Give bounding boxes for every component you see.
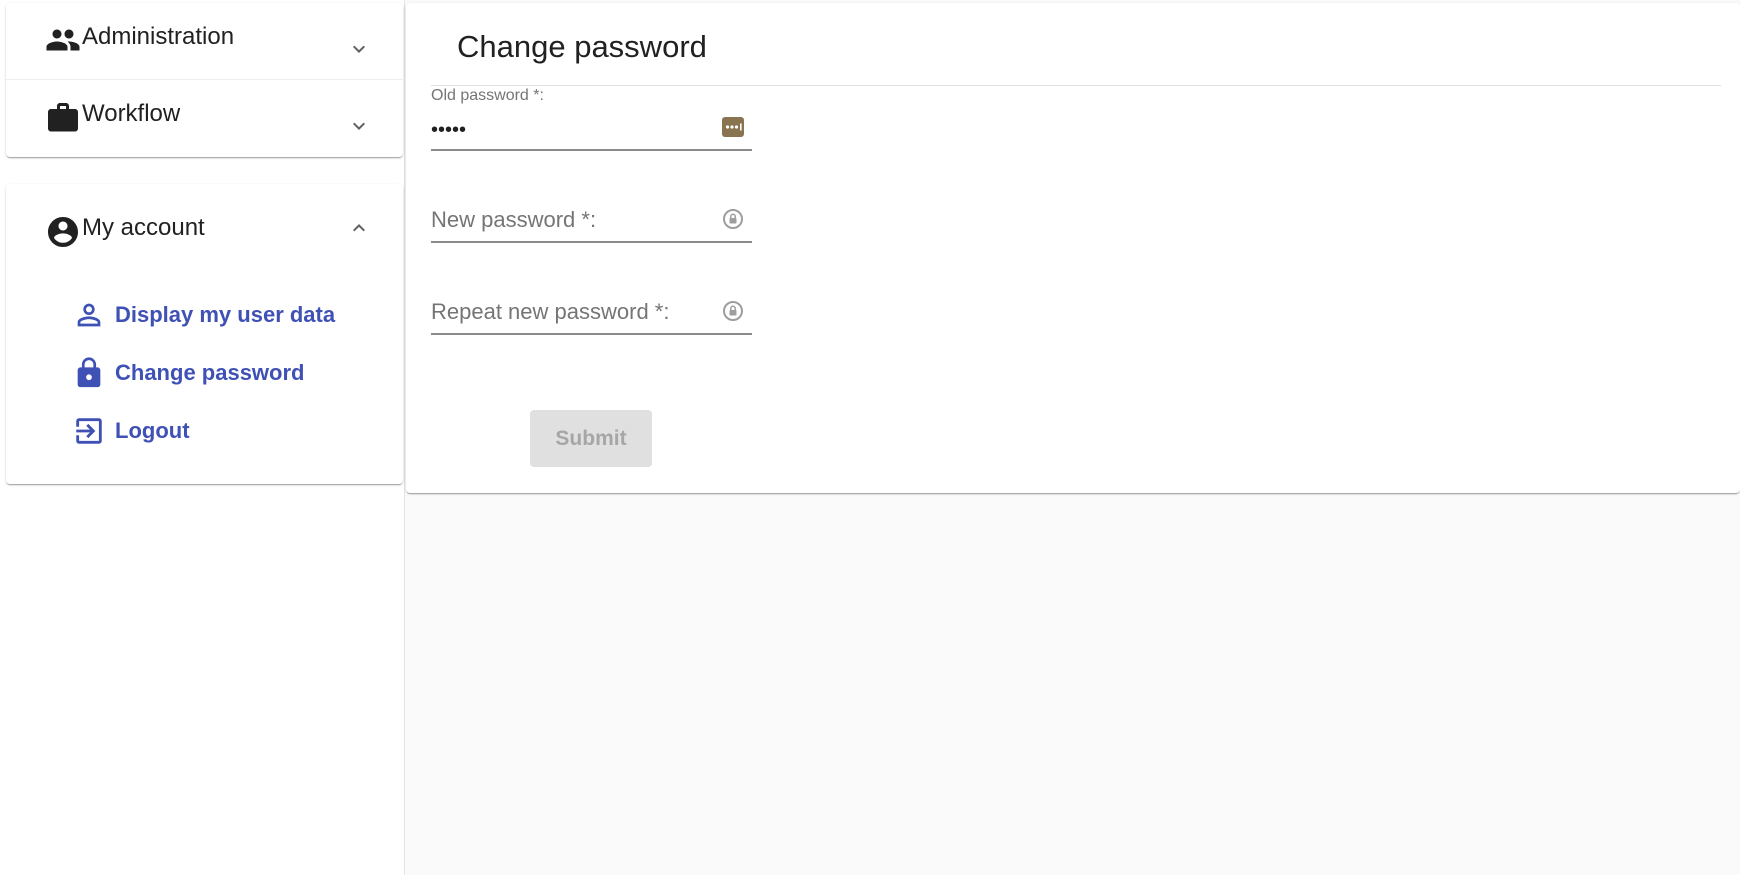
account-item-label: Logout: [115, 418, 190, 443]
app: Administration Workflow My account Displ…: [0, 0, 1740, 875]
account-item-display-user-data[interactable]: Display my user data: [72, 295, 335, 335]
password-generator-icon[interactable]: [721, 299, 745, 323]
people-icon: [46, 29, 80, 51]
repeat-password-underline: [431, 333, 752, 335]
old-password-label: Old password *:: [431, 87, 544, 104]
account-item-label: Change password: [115, 360, 305, 385]
account-item-change-password[interactable]: Change password: [72, 353, 304, 393]
sidebar-section-title: Administration: [82, 23, 235, 50]
sidebar-section-administration[interactable]: Administration: [6, 3, 403, 79]
password-generator-icon[interactable]: [721, 207, 745, 231]
account-circle-icon: [48, 217, 78, 247]
sidebar-panel-main: Administration Workflow: [6, 3, 403, 157]
sidebar: Administration Workflow My account Displ…: [0, 0, 405, 875]
sidebar-section-title: My account: [82, 214, 205, 241]
account-item-label: Display my user data: [115, 302, 336, 327]
logout-icon: [76, 418, 102, 444]
submit-button[interactable]: Submit: [530, 410, 652, 467]
sidebar-section-workflow[interactable]: Workflow: [6, 80, 403, 156]
person-outline-icon: [77, 303, 101, 327]
chevron-down-icon: [353, 45, 365, 53]
briefcase-icon: [48, 103, 78, 132]
password-manager-icon[interactable]: [721, 115, 745, 139]
old-password-input[interactable]: [431, 117, 711, 143]
chevron-up-icon: [353, 224, 365, 232]
account-item-logout[interactable]: Logout: [72, 411, 190, 451]
old-password-underline: [431, 149, 752, 151]
new-password-underline: [431, 241, 752, 243]
sidebar-section-my-account[interactable]: My account: [6, 184, 403, 272]
new-password-input[interactable]: [431, 205, 711, 235]
title-divider: [431, 85, 1721, 86]
change-password-card: Change password Old password *: New pass…: [406, 3, 1740, 493]
old-password-field: Old password *:: [431, 87, 752, 157]
lock-icon: [77, 357, 101, 388]
chevron-down-icon: [353, 122, 365, 130]
new-password-field: New password *:: [431, 193, 752, 253]
repeat-password-field: Repeat new password *:: [431, 285, 752, 345]
sidebar-section-title: Workflow: [82, 100, 181, 127]
page-title: Change password: [457, 29, 707, 64]
repeat-password-input[interactable]: [431, 297, 711, 327]
sidebar-panel-account: My account Display my user data Change p…: [6, 184, 403, 484]
